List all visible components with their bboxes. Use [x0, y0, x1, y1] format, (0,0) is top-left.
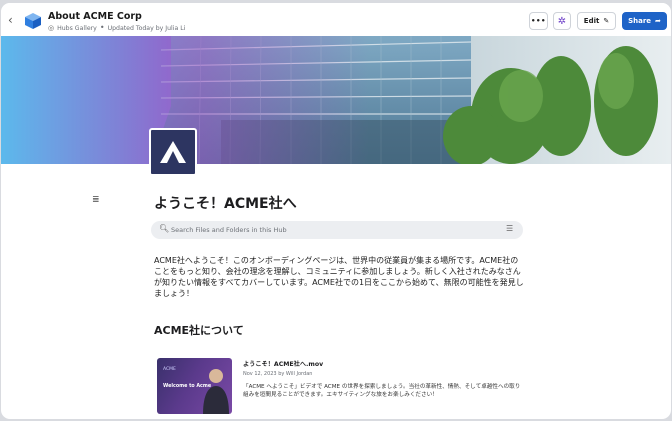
share-button[interactable]: Share ➦	[622, 12, 667, 30]
file-description: 「ACME へようこそ」ビデオで ACME の世界を探索しましょう。当社の革新性…	[243, 384, 521, 398]
hub-meta: ◎ Hubs Gallery • Updated Today by Julia …	[48, 23, 186, 33]
hub-banner-image	[1, 36, 671, 164]
filter-icon[interactable]: ☰	[506, 224, 513, 233]
search-icon: 🔍︎	[159, 224, 170, 233]
file-meta: Nov 12, 2023 by Will Jordan	[243, 371, 313, 377]
gear-icon: ✲	[557, 15, 567, 27]
more-label: •••	[531, 17, 546, 25]
edit-label: Edit	[583, 17, 600, 25]
hub-cube-icon	[25, 13, 41, 29]
hubs-gallery-link[interactable]: Hubs Gallery	[57, 25, 97, 32]
video-thumbnail[interactable]: ACME Welcome to Acme	[157, 358, 232, 414]
intro-text: ACME社へようこそ！このオンボーディングページは、世界中の従業員が集まる場所で…	[154, 256, 524, 298]
more-options-button[interactable]: •••	[529, 12, 548, 30]
updated-text: Updated Today by Julia Li	[107, 24, 186, 32]
video-file-card[interactable]: ACME Welcome to Acme ようこそ！ACME社へ.mov Nov…	[154, 355, 524, 417]
section-heading: ACME社について	[154, 324, 244, 337]
edit-button[interactable]: Edit ✎	[577, 12, 616, 30]
person-image	[203, 369, 229, 414]
hub-title: About ACME Corp	[48, 11, 142, 22]
settings-button[interactable]: ✲	[553, 12, 571, 30]
acme-logo-icon	[149, 128, 197, 176]
app-window: ‹ About ACME Corp ◎ Hubs Gallery • Updat…	[1, 3, 671, 419]
top-bar: ‹ About ACME Corp ◎ Hubs Gallery • Updat…	[1, 3, 671, 37]
search-input[interactable]	[171, 223, 491, 237]
share-arrow-icon: ➦	[655, 17, 661, 25]
pencil-icon: ✎	[603, 17, 610, 25]
chevron-left-icon[interactable]: ‹	[8, 13, 13, 27]
page-title: ようこそ！ACME社へ	[154, 196, 297, 212]
file-title[interactable]: ようこそ！ACME社へ.mov	[243, 359, 323, 368]
thumbnail-brand: ACME	[163, 367, 176, 372]
menu-lines-icon[interactable]: ≣	[92, 195, 100, 205]
meta-separator: •	[99, 23, 105, 32]
share-label: Share	[628, 17, 652, 25]
gallery-icon: ◎	[48, 24, 55, 32]
hub-search-bar[interactable]: 🔍︎ ☰	[151, 221, 523, 239]
